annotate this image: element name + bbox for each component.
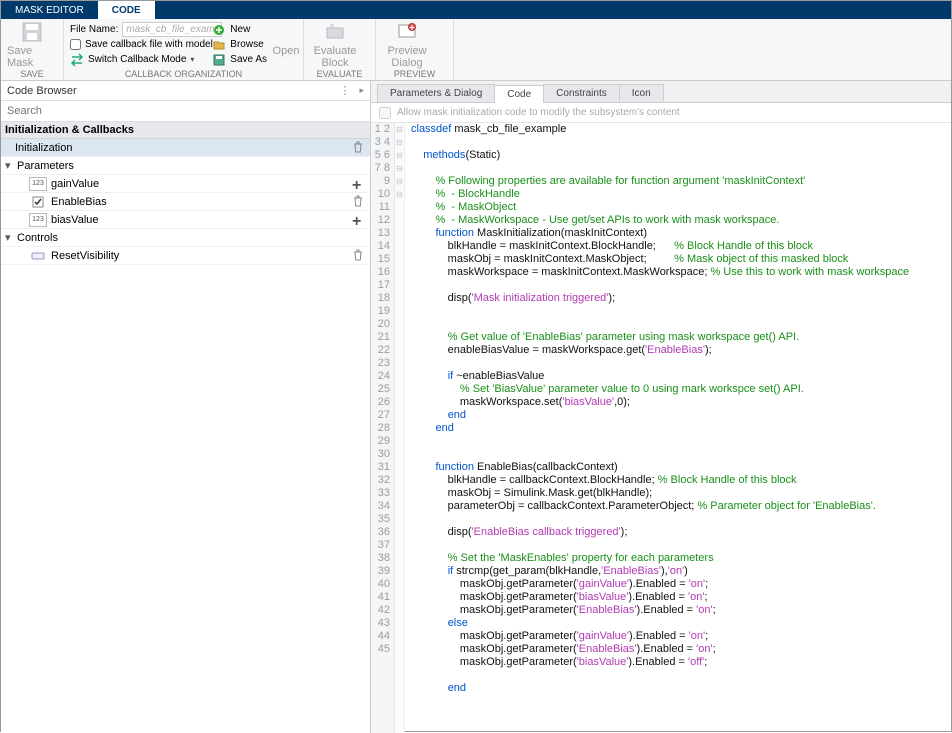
tree-row-resetvisibility[interactable]: ResetVisibility	[1, 247, 370, 265]
tab-icon[interactable]: Icon	[619, 84, 664, 102]
search-input[interactable]	[1, 101, 370, 121]
plus-icon[interactable]: +	[352, 177, 366, 191]
group-label-save: SAVE	[1, 69, 63, 79]
checkbox-icon	[29, 195, 47, 209]
plus-icon	[212, 23, 226, 37]
tree-row-parameters[interactable]: ▾ Parameters	[1, 157, 370, 175]
trash-icon[interactable]	[352, 141, 366, 155]
file-name-input[interactable]	[122, 22, 222, 37]
fold-gutter[interactable]: ⊟ ⊟ ⊟ ⊟ ⊟ ⊟	[395, 123, 405, 733]
trash-icon[interactable]	[352, 195, 366, 209]
ribbon-group-save: Save Mask SAVE	[1, 19, 64, 80]
tree-row-biasvalue[interactable]: 123 biasValue +	[1, 211, 370, 229]
evaluate-label: Evaluate Block	[310, 45, 360, 69]
chevron-down-icon[interactable]: ▾	[5, 231, 17, 244]
group-label-preview: PREVIEW	[376, 69, 453, 79]
tree-label: ResetVisibility	[51, 250, 352, 262]
evaluate-block-button[interactable]: Evaluate Block	[310, 21, 360, 69]
tab-code-top[interactable]: CODE	[98, 1, 155, 19]
tab-code[interactable]: Code	[494, 85, 544, 103]
section-init-callbacks: Initialization & Callbacks	[1, 122, 370, 139]
browse-button[interactable]: Browse	[212, 37, 267, 52]
save-icon	[21, 21, 43, 43]
plus-icon[interactable]: +	[352, 213, 366, 227]
ribbon: Save Mask SAVE File Name: Save callback …	[1, 19, 951, 81]
save-mask-label: Save Mask	[7, 45, 57, 69]
code-area[interactable]: classdef mask_cb_file_example methods(St…	[405, 123, 951, 733]
new-button[interactable]: New	[212, 22, 267, 37]
allow-init-checkbox	[379, 107, 391, 119]
code-editor[interactable]: 1 2 3 4 5 6 7 8 9 10 11 12 13 14 15 16 1…	[371, 123, 951, 733]
switch-mode-icon	[70, 53, 84, 67]
open-label: Open	[273, 45, 300, 57]
group-label-cborg: CALLBACK ORGANIZATION	[64, 69, 303, 79]
tree-row-initialization[interactable]: Initialization	[1, 139, 370, 157]
panel-collapse-icon[interactable]: ▸	[359, 85, 364, 96]
save-as-label: Save As	[230, 54, 267, 65]
chevron-down-icon[interactable]: ▾	[190, 55, 194, 64]
trash-icon[interactable]	[352, 249, 366, 263]
tabs: Parameters & Dialog Code Constraints Ico…	[371, 81, 951, 103]
save-mask-button[interactable]: Save Mask	[7, 21, 57, 69]
allow-init-row: Allow mask initialization code to modify…	[371, 103, 951, 123]
save-as-icon	[212, 53, 226, 67]
preview-icon	[396, 21, 418, 43]
tab-parameters-dialog[interactable]: Parameters & Dialog	[377, 84, 495, 102]
tree-row-enablebias[interactable]: EnableBias	[1, 193, 370, 211]
code-browser-title: Code Browser	[7, 85, 77, 97]
save-as-button[interactable]: Save As	[212, 52, 267, 67]
browse-label: Browse	[230, 39, 263, 50]
main: Code Browser ⋮ ▸ Initialization & Callba…	[1, 81, 951, 733]
tree-label: Controls	[17, 232, 366, 244]
tree-label: gainValue	[51, 178, 352, 190]
ribbon-group-evaluate: Evaluate Block EVALUATE	[304, 19, 376, 80]
tree-label: biasValue	[51, 214, 352, 226]
preview-label: Preview Dialog	[382, 45, 432, 69]
tree-row-controls[interactable]: ▾ Controls	[1, 229, 370, 247]
eval-icon	[324, 21, 346, 43]
code-browser-header: Code Browser ⋮ ▸	[1, 81, 370, 101]
button-icon	[29, 249, 47, 263]
allow-init-label: Allow mask initialization code to modify…	[397, 107, 680, 118]
panel-menu-icon[interactable]: ⋮	[339, 84, 351, 97]
folder-icon	[212, 38, 226, 52]
file-name-label: File Name:	[70, 24, 118, 35]
preview-dialog-button[interactable]: Preview Dialog	[382, 21, 432, 69]
tab-constraints[interactable]: Constraints	[543, 84, 620, 102]
title-strip	[155, 1, 951, 19]
line-gutter: 1 2 3 4 5 6 7 8 9 10 11 12 13 14 15 16 1…	[371, 123, 395, 733]
ribbon-group-preview: Preview Dialog PREVIEW	[376, 19, 454, 80]
ribbon-group-cborg: File Name: Save callback file with model…	[64, 19, 304, 80]
right-panel: Parameters & Dialog Code Constraints Ico…	[371, 81, 951, 733]
new-label: New	[230, 24, 250, 35]
save-callback-label: Save callback file with model	[85, 39, 213, 50]
chevron-down-icon[interactable]: ▾	[5, 159, 17, 172]
numeric-icon: 123	[29, 177, 47, 191]
open-button[interactable]: Open	[271, 19, 301, 67]
tree-label: Initialization	[15, 142, 352, 154]
title-bar: MASK EDITOR CODE	[1, 1, 951, 19]
tree-row-gainvalue[interactable]: 123 gainValue +	[1, 175, 370, 193]
save-callback-checkbox[interactable]	[70, 39, 81, 50]
group-label-evaluate: EVALUATE	[304, 69, 375, 79]
tree-label: EnableBias	[51, 196, 352, 208]
switch-mode-label[interactable]: Switch Callback Mode	[88, 54, 186, 65]
tree-label: Parameters	[17, 160, 366, 172]
left-panel: Code Browser ⋮ ▸ Initialization & Callba…	[1, 81, 371, 733]
tab-mask-editor[interactable]: MASK EDITOR	[1, 1, 98, 19]
numeric-icon: 123	[29, 213, 47, 227]
